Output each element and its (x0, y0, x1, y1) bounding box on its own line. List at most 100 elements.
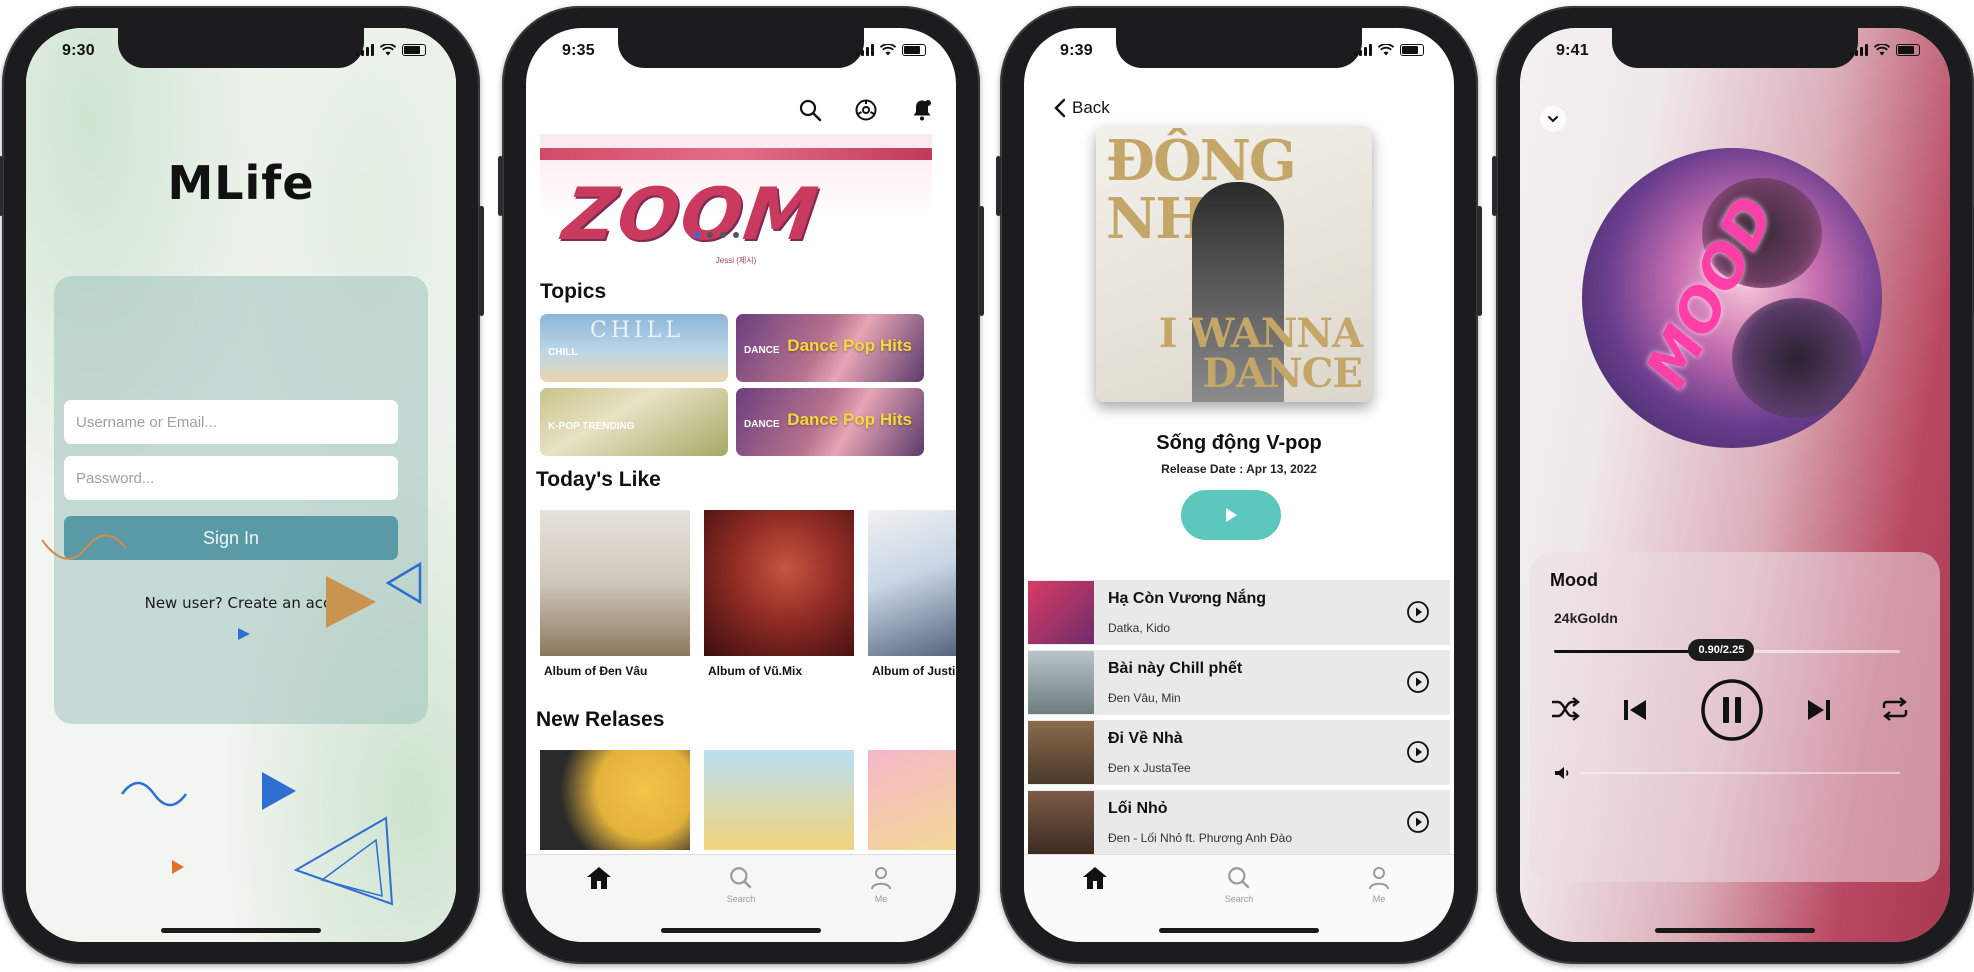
volume-slider[interactable] (1554, 766, 1900, 780)
progress-fill (1554, 650, 1693, 653)
collapse-button[interactable] (1540, 106, 1566, 132)
track-play-icon[interactable] (1406, 740, 1430, 764)
bell-icon[interactable] (910, 98, 934, 122)
album-screen: 9:39 Back ĐÔNG NHI I WANNA DANCE Sống độ… (1024, 28, 1454, 942)
chevron-down-icon (1548, 116, 1558, 123)
status-icons (856, 44, 926, 56)
play-button[interactable] (1181, 490, 1281, 540)
track-row[interactable]: Lối Nhỏ Đen - Lối Nhỏ ft. Phương Anh Đào (1028, 790, 1450, 855)
song-artist: 24kGoldn (1554, 610, 1618, 626)
track-play-icon[interactable] (1406, 810, 1430, 834)
home-indicator (1655, 928, 1815, 933)
carousel-dots[interactable] (694, 232, 739, 238)
status-icons (1850, 44, 1920, 56)
magnifier-icon (730, 867, 752, 889)
topic-kpop[interactable]: K-POP TRENDING (540, 388, 728, 456)
wifi-icon (1874, 44, 1890, 56)
decorative-shapes (41, 534, 422, 906)
volume-track (1580, 772, 1900, 774)
shuffle-icon (1552, 697, 1580, 721)
repeat-icon (1882, 697, 1908, 721)
house-icon (587, 867, 611, 889)
status-time: 9:35 (562, 42, 595, 59)
tab-search[interactable]: Search (696, 865, 786, 904)
status-bar: 9:30 (26, 42, 456, 64)
cover-figure (1732, 298, 1862, 418)
topic-label: K-POP TRENDING (548, 421, 635, 432)
status-time: 9:41 (1556, 42, 1589, 59)
back-button[interactable]: Back (1054, 98, 1110, 118)
album-caption: Album of Vũ.Mix (708, 664, 802, 678)
play-icon (1226, 508, 1237, 522)
tab-home[interactable] (1050, 865, 1140, 891)
battery-icon (902, 44, 926, 56)
track-artist: Datka, Kido (1108, 621, 1171, 635)
cellular-signal-icon (856, 44, 874, 56)
track-title: Bài này Chill phết (1108, 660, 1243, 677)
release-cover[interactable] (540, 750, 690, 850)
album-cover (704, 510, 854, 656)
album-card[interactable]: Album of Justin Bieber (868, 510, 956, 679)
cellular-signal-icon (1354, 44, 1372, 56)
status-time: 9:30 (62, 42, 95, 59)
tab-label: Search (1224, 894, 1254, 904)
phone-login: 9:30 MLife Sign In New user? Create an a… (0, 6, 484, 964)
topic-dance-pop[interactable]: DANCE Dance Pop Hits (736, 314, 924, 382)
track-row[interactable]: Bài này Chill phết Đen Vâu, Min (1028, 650, 1450, 715)
search-icon[interactable] (798, 98, 822, 122)
release-cover[interactable] (868, 750, 956, 850)
showcase: 9:30 MLife Sign In New user? Create an a… (0, 0, 1974, 972)
cellular-signal-icon (356, 44, 374, 56)
shuffle-button[interactable] (1550, 696, 1580, 722)
track-artist: Đen x JustaTee (1108, 761, 1191, 775)
track-title: Đi Về Nhà (1108, 730, 1183, 747)
track-title: Hạ Còn Vương Nắng (1108, 590, 1267, 607)
banner-stripe (540, 148, 932, 160)
battery-icon (402, 44, 426, 56)
tab-me[interactable]: Me (1334, 865, 1424, 904)
tab-label: Me (1372, 894, 1386, 904)
track-thumbnail (1028, 721, 1094, 784)
tab-search[interactable]: Search (1194, 865, 1284, 904)
person-icon (871, 867, 891, 890)
phone-player: 9:41 MOOD Mood 24kGoldn 0.90/2.25 (1492, 6, 1974, 964)
progress-time-badge[interactable]: 0.90/2.25 (1688, 639, 1755, 661)
tab-home[interactable] (554, 865, 644, 891)
settings-icon[interactable] (854, 98, 878, 122)
pause-button[interactable] (1700, 678, 1764, 742)
login-screen: 9:30 MLife Sign In New user? Create an a… (26, 28, 456, 942)
track-play-icon[interactable] (1406, 600, 1430, 624)
tab-me[interactable]: Me (836, 865, 926, 904)
back-label: Back (1072, 98, 1110, 117)
top-actions (798, 98, 934, 122)
next-button[interactable] (1806, 698, 1832, 722)
home-screen: 9:35 ZOOM Jessi (제시) Topics CHILL CHILL … (526, 28, 956, 942)
album-card[interactable]: Album of Đen Vâu (540, 510, 690, 679)
featured-banner[interactable]: ZOOM Jessi (제시) (540, 134, 932, 272)
status-icons (356, 44, 426, 56)
home-indicator (1159, 928, 1319, 933)
track-play-icon[interactable] (1406, 670, 1430, 694)
home-indicator (161, 928, 321, 933)
status-bar: 9:39 (1024, 42, 1454, 64)
banner-subtitle: Jessi (제시) (715, 256, 757, 265)
album-cover (540, 510, 690, 656)
phone-home: 9:35 ZOOM Jessi (제시) Topics CHILL CHILL … (498, 6, 984, 964)
track-artist: Đen Vâu, Min (1108, 691, 1181, 705)
new-releases-heading: New Relases (536, 708, 665, 731)
repeat-button[interactable] (1880, 696, 1910, 722)
topic-dance-pop-2[interactable]: DANCE Dance Pop Hits (736, 388, 924, 456)
album-artwork: ĐÔNG NHI I WANNA DANCE (1096, 126, 1372, 402)
song-title: Mood (1550, 570, 1598, 590)
track-thumbnail (1028, 581, 1094, 644)
track-row[interactable]: Đi Về Nhà Đen x JustaTee (1028, 720, 1450, 785)
progress-slider[interactable]: 0.90/2.25 (1554, 639, 1900, 661)
topic-chill[interactable]: CHILL CHILL (540, 314, 728, 382)
track-row[interactable]: Hạ Còn Vương Nắng Datka, Kido (1028, 580, 1450, 645)
album-caption: Album of Đen Vâu (544, 664, 648, 678)
battery-icon (1896, 44, 1920, 56)
album-card[interactable]: Album of Vũ.Mix (704, 510, 854, 679)
playback-controls (1550, 678, 1914, 748)
previous-button[interactable] (1622, 698, 1648, 722)
release-cover[interactable] (704, 750, 854, 850)
